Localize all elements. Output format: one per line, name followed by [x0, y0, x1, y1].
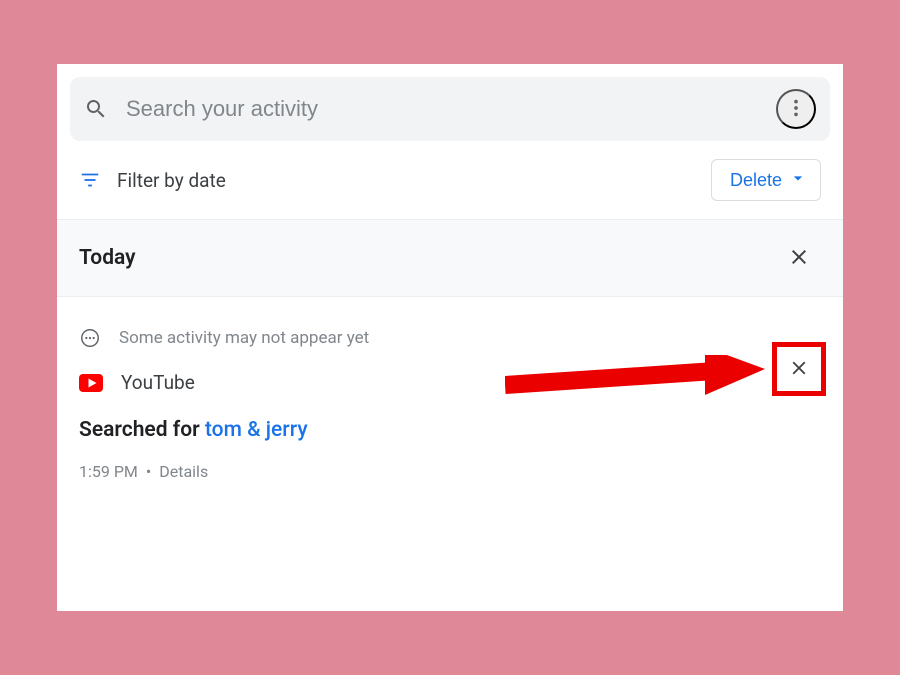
- search-bar: [70, 77, 830, 141]
- activity-action-prefix: Searched for: [79, 418, 205, 442]
- activity-card: Filter by date Delete Today Some activit…: [57, 64, 843, 611]
- activity-time: 1:59 PM: [79, 462, 138, 481]
- activity-query-link[interactable]: tom & jerry: [205, 418, 308, 442]
- delete-button-label: Delete: [730, 170, 782, 191]
- activity-source-name: YouTube: [121, 371, 195, 394]
- notice-row: Some activity may not appear yet: [79, 327, 821, 349]
- filter-icon: [79, 169, 101, 191]
- filter-label: Filter by date: [117, 169, 226, 192]
- filter-row: Filter by date Delete: [57, 141, 843, 219]
- activity-source-row: YouTube: [79, 371, 821, 394]
- section-header: Today: [57, 219, 843, 297]
- search-input[interactable]: [126, 96, 758, 122]
- ellipsis-circle-icon: [79, 327, 101, 349]
- activity-meta: 1:59 PM • Details: [79, 462, 821, 481]
- more-options-button[interactable]: [776, 89, 816, 129]
- notice-text: Some activity may not appear yet: [119, 328, 369, 348]
- delete-activity-item-button[interactable]: [779, 349, 819, 389]
- delete-dropdown-button[interactable]: Delete: [711, 159, 821, 201]
- close-icon: [788, 357, 810, 382]
- meta-separator: •: [146, 462, 151, 481]
- activity-title: Searched for tom & jerry: [79, 418, 821, 442]
- details-link[interactable]: Details: [159, 462, 208, 481]
- search-icon: [84, 97, 108, 121]
- filter-by-date-button[interactable]: Filter by date: [79, 169, 226, 192]
- close-icon: [787, 245, 811, 272]
- caret-down-icon: [788, 168, 808, 193]
- youtube-icon: [79, 374, 103, 392]
- section-title: Today: [79, 246, 136, 270]
- delete-today-button[interactable]: [777, 236, 821, 280]
- kebab-icon: [785, 97, 807, 122]
- activity-body: Some activity may not appear yet YouTube…: [57, 297, 843, 481]
